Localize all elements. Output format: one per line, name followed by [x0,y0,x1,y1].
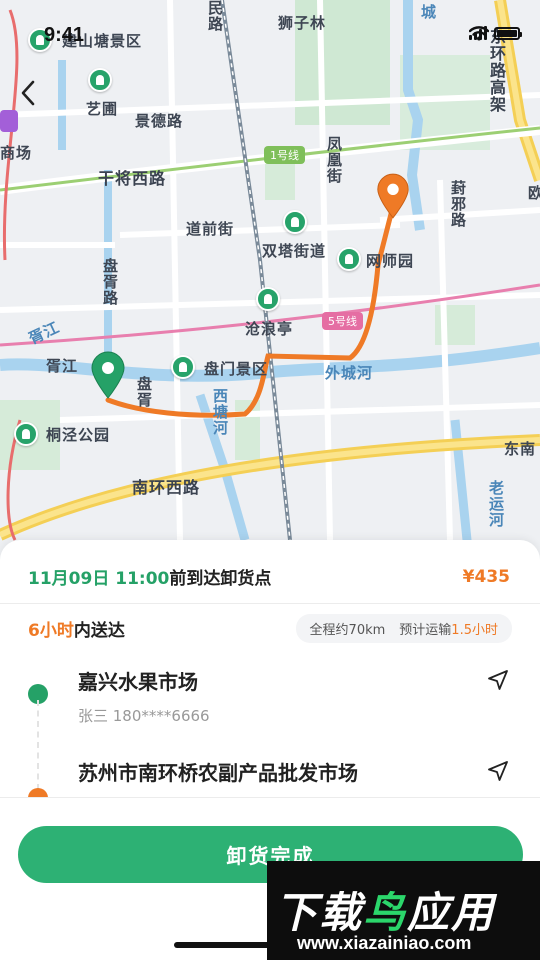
district-border [2,9,19,261]
back-button[interactable] [20,80,46,110]
scenic-poi-icon[interactable] [88,68,112,92]
order-price: ¥435 [462,566,510,587]
stop-name: 嘉兴水果市场 [78,670,198,694]
divider [0,603,540,604]
status-icons [469,26,522,41]
watermark-logo: 下载鸟应用 www.xiazainiao.com [267,861,540,960]
map-label: 道前街 [186,220,235,238]
scenic-poi-icon[interactable] [337,247,361,271]
trip-summary-pill: 全程约70km 预计运输1.5小时 [295,614,512,643]
map-label: 凤凰街 [325,136,343,184]
map-label: 沧浪亭 [245,320,294,338]
map-label: 盘胥 [135,376,153,408]
navigate-icon[interactable] [486,668,510,692]
destination-marker-icon[interactable] [374,172,412,220]
eta-text: 11月09日 11:00前到达卸货点 [28,564,271,589]
map-label: 网师园 [366,252,415,270]
eta-row: 11月09日 11:00前到达卸货点 ¥435 [28,564,510,590]
eta-date: 11月09日 [28,569,110,589]
delivery-window: 6小时内送达 [28,616,125,641]
eta-time: 11:00 [115,569,170,589]
scenic-poi-icon[interactable] [256,287,280,311]
stop-name: 苏州市南环桥农副产品批发市场 [78,761,358,785]
map-label: 东南 [504,440,537,458]
map-label: 商场 [0,144,33,162]
map-label: 欧 [528,184,540,202]
map-canvas [0,0,540,570]
map-label: 盘门景区 [204,360,269,378]
map-label: 民路 [206,0,224,32]
battery-level [497,29,517,37]
metro-line-5-badge: 5号线 [322,312,363,330]
map-label: 景德路 [135,112,184,130]
route-map[interactable]: 建山塘景区 民路 狮子林 城 东环路高架 艺圃 景德路 干将西路 凤凰街 商场 … [0,0,540,570]
delivery-hours: 6小时 [28,621,74,641]
scenic-poi-icon[interactable] [14,422,38,446]
wifi-icon [469,26,489,41]
map-label: 西塘河 [211,388,229,436]
map-label: 城 [419,4,437,20]
watermark-url: www.xiazainiao.com [297,933,472,953]
status-time: 9:41 [44,24,85,46]
delivery-suffix: 内送达 [73,621,125,641]
trip-distance: 全程约70km [309,623,386,638]
eta-suffix: 前到达卸货点 [169,569,272,589]
map-label: 盘胥路 [101,258,119,306]
scenic-poi-icon[interactable] [171,355,195,379]
map-label: 胥江 [46,357,79,375]
map-label: 桐泾公园 [46,426,111,444]
origin-marker-icon[interactable] [88,350,128,400]
battery-icon [494,26,522,40]
map-label: 狮子林 [278,14,327,32]
delivery-row: 6小时内送达 全程约70km 预计运输1.5小时 [28,614,512,643]
map-label: 老运河 [487,480,505,528]
map-label: 艺圃 [86,100,119,118]
scenic-poi-icon[interactable] [283,210,307,234]
map-label: 葑邪路 [449,180,467,228]
watermark-title: 下载鸟应用 [275,888,496,937]
chevron-left-icon [21,80,35,106]
route-connector [37,700,39,790]
map-label: 外城河 [325,364,374,382]
park-area [265,160,295,200]
stop-contact: 张三 180****6666 [78,707,210,725]
shopping-poi-icon[interactable] [0,110,18,132]
map-label: 双塔街道 [262,242,327,260]
trip-duration: 预计运输1.5小时 [399,623,498,638]
metro-line-1-badge: 1号线 [264,146,305,164]
navigate-icon[interactable] [486,759,510,783]
map-label: 南环西路 [132,478,201,497]
map-label: 干将西路 [98,169,167,188]
